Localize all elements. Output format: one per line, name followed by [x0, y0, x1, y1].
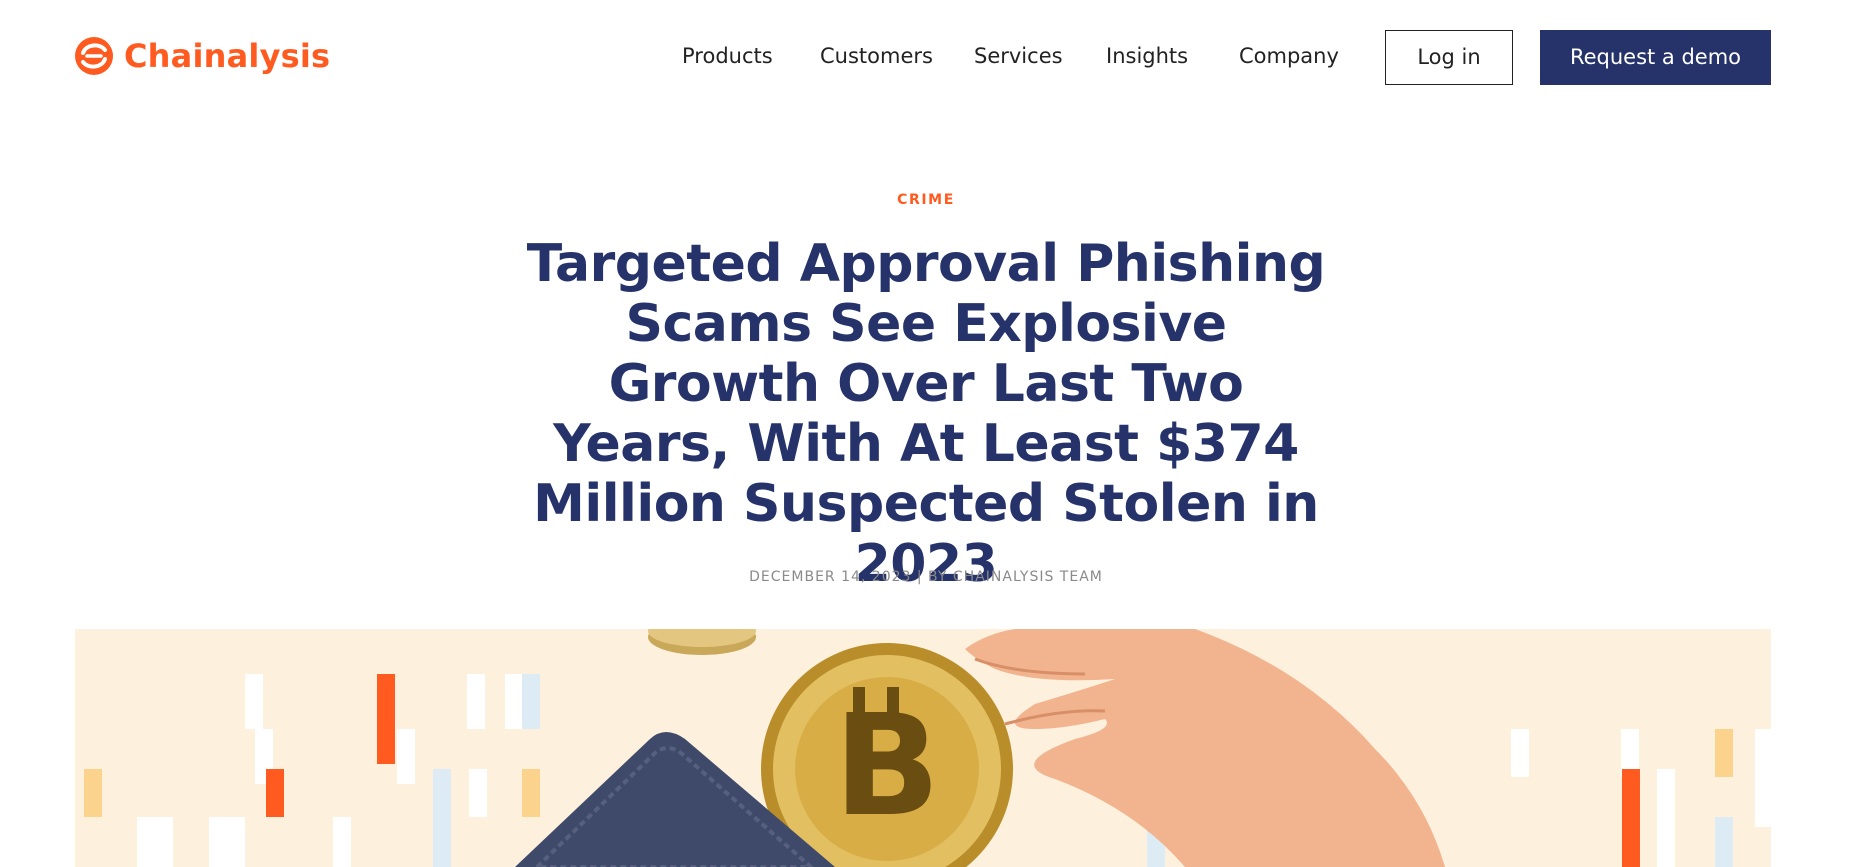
- chainalysis-logo-icon: [75, 37, 113, 75]
- site-header: Chainalysis Products Customers Services …: [0, 0, 1852, 112]
- request-demo-button[interactable]: Request a demo: [1540, 30, 1771, 85]
- article-category[interactable]: CRIME: [0, 192, 1852, 208]
- hand-icon: [965, 629, 1445, 867]
- article-meta: DECEMBER 14, 2023 | BY CHAINALYSIS TEAM: [749, 569, 1103, 585]
- article-title: Targeted Approval Phishing Scams See Exp…: [526, 234, 1326, 594]
- coin-icon: [648, 629, 756, 655]
- hero-image: B: [75, 629, 1771, 867]
- brand-logo[interactable]: Chainalysis: [74, 34, 330, 78]
- nav-item-company[interactable]: Company: [1239, 36, 1339, 76]
- brand-name: Chainalysis: [124, 37, 331, 75]
- nav-item-insights[interactable]: Insights: [1106, 36, 1188, 76]
- login-button[interactable]: Log in: [1385, 30, 1513, 85]
- nav-item-services[interactable]: Services: [974, 36, 1063, 76]
- nav-item-products[interactable]: Products: [682, 36, 773, 76]
- bitcoin-icon: B: [761, 643, 1013, 867]
- nav-item-customers[interactable]: Customers: [820, 36, 933, 76]
